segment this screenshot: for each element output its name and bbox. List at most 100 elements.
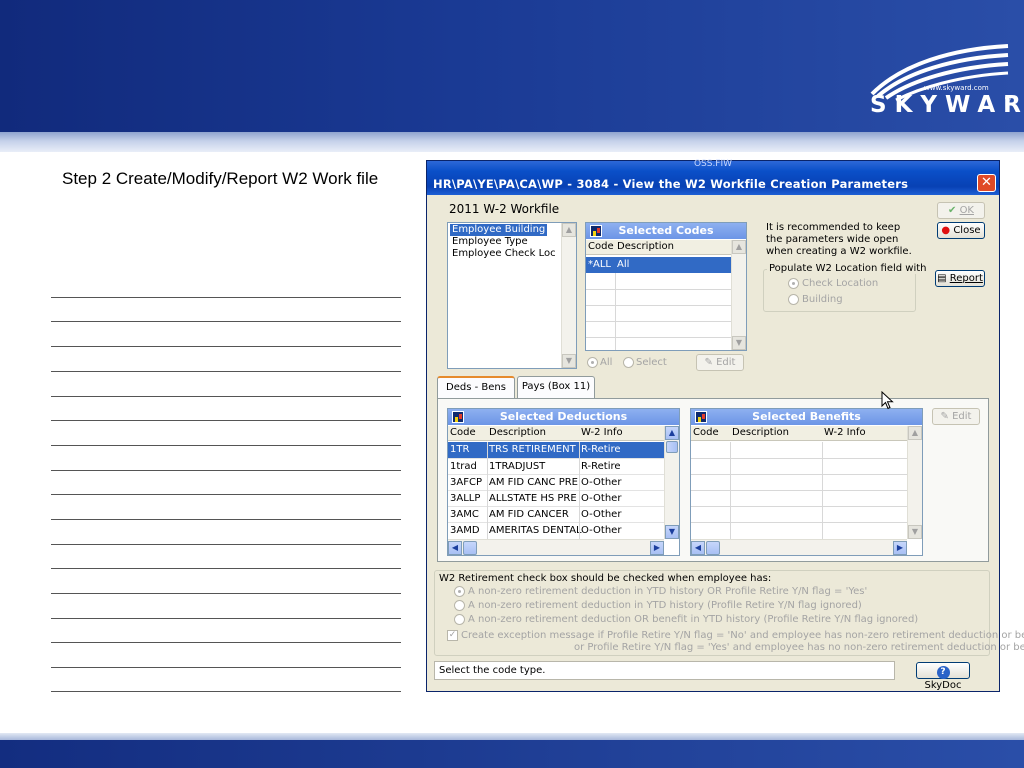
radio-retirement-option-1[interactable] (454, 586, 465, 597)
note-line (51, 470, 401, 471)
radio-check-location-label: Check Location (802, 278, 879, 289)
table-row[interactable]: 3AMC AM FID CANCER O-Other (448, 506, 664, 522)
exception-message-line-1: Create exception message if Profile Reti… (461, 630, 1024, 641)
scroll-up-icon[interactable]: ▲ (562, 223, 576, 237)
tab-pays-box-11[interactable]: Pays (Box 11) (517, 376, 595, 398)
scroll-up-icon[interactable]: ▲ (908, 426, 922, 440)
code-cell: 3AFCP (450, 477, 482, 488)
title-bar[interactable]: OSS.FIW HR\PA\YE\PA\CA\WP - 3084 - View … (427, 159, 999, 195)
scroll-down-icon[interactable]: ▼ (908, 525, 922, 539)
title-caption: OSS.FIW (693, 159, 733, 169)
code-cell: *ALL (588, 259, 611, 270)
code-type-list[interactable]: Employee Building Employee Type Employee… (447, 222, 577, 369)
logo-url: www.skyward.com (924, 84, 989, 92)
table-row[interactable]: 3ALLP ALLSTATE HS PRE O-Other (448, 490, 664, 506)
window-close-button[interactable]: ✕ (977, 174, 996, 192)
code-cell: 3AMC (450, 509, 479, 520)
w2-info-cell: R-Retire (581, 461, 621, 472)
grid-line (615, 273, 616, 350)
table-row[interactable]: 1TR TRS RETIREMENT R-Retire (448, 442, 664, 458)
table-row[interactable]: 1trad 1TRADJUST R-Retire (448, 458, 664, 474)
grid-line (586, 305, 731, 306)
list-item[interactable]: Employee Check Loc (450, 248, 558, 260)
note-line (51, 618, 401, 619)
scroll-up-icon[interactable]: ▲ (732, 240, 746, 254)
codes-column-header: Code Description (586, 240, 731, 255)
w2-info-cell: O-Other (581, 509, 622, 520)
note-line (51, 420, 401, 421)
radio-retirement-option-3[interactable] (454, 614, 465, 625)
radio-building[interactable] (788, 294, 799, 305)
radio-all[interactable] (587, 357, 598, 368)
codes-edit-button[interactable]: ✎ Edit (696, 354, 744, 371)
recommend-line-3: when creating a W2 workfile. (766, 246, 912, 257)
chart-icon (590, 225, 602, 237)
radio-check-location[interactable] (788, 278, 799, 289)
report-icon: ▤ (937, 273, 950, 284)
scroll-down-icon[interactable]: ▼ (562, 354, 576, 368)
scroll-down-icon[interactable]: ▼ (665, 525, 679, 539)
table-row[interactable]: 3AFCP AM FID CANC PRE O-Other (448, 474, 664, 490)
tab-deds-bens[interactable]: Deds - Bens (437, 376, 515, 398)
step-title: Step 2 Create/Modify/Report W2 Work file (62, 169, 379, 188)
description-cell: All (617, 259, 630, 270)
grid-line (586, 321, 731, 322)
deductions-vscrollbar[interactable]: ▲ ▼ (664, 426, 679, 539)
scroll-right-icon[interactable]: ▶ (650, 541, 664, 555)
skydoc-button[interactable]: ? SkyDoc (916, 662, 970, 691)
scroll-left-icon[interactable]: ◀ (691, 541, 705, 555)
selected-benefits-header: Selected Benefits (691, 409, 922, 425)
radio-building-label: Building (802, 294, 843, 305)
scroll-up-icon[interactable]: ▲ (665, 426, 679, 440)
scroll-thumb[interactable] (706, 541, 720, 555)
report-button[interactable]: ▤ Report (935, 270, 985, 287)
scroll-thumb[interactable] (463, 541, 477, 555)
benefits-edit-button[interactable]: ✎ Edit (932, 408, 980, 425)
note-line (51, 691, 401, 692)
column-description: Description (489, 427, 546, 438)
note-line (51, 445, 401, 446)
note-line (51, 568, 401, 569)
table-row[interactable]: *ALL All (586, 257, 731, 273)
grid-line (691, 474, 907, 475)
retirement-title: W2 Retirement check box should be checke… (439, 573, 772, 584)
selected-codes-panel: Selected Codes Code Description *ALL All… (585, 222, 747, 351)
code-cell: 1TR (450, 444, 470, 455)
selected-benefits-title: Selected Benefits (752, 410, 861, 423)
logo-wordmark: SKYWARD (870, 92, 1024, 118)
scroll-left-icon[interactable]: ◀ (448, 541, 462, 555)
selected-deductions-title: Selected Deductions (499, 410, 628, 423)
selected-codes-title: Selected Codes (618, 224, 714, 237)
note-line (51, 494, 401, 495)
code-type-scrollbar[interactable]: ▲ ▼ (561, 223, 576, 368)
benefits-hscrollbar[interactable]: ◀ ▶ (691, 539, 907, 555)
description-cell: TRS RETIREMENT (489, 444, 576, 455)
radio-all-label: All (600, 357, 613, 368)
recommend-line-1: It is recommended to keep (766, 222, 901, 233)
grid-line (691, 506, 907, 507)
pencil-icon: ✎ (704, 357, 717, 368)
note-line (51, 371, 401, 372)
header-stripe (0, 132, 1024, 152)
scroll-right-icon[interactable]: ▶ (893, 541, 907, 555)
deductions-hscrollbar[interactable]: ◀ ▶ (448, 539, 664, 555)
scroll-thumb[interactable] (666, 441, 678, 453)
codes-scrollbar[interactable]: ▲ ▼ (731, 240, 746, 350)
close-button[interactable]: ● Close (937, 222, 985, 239)
deductions-column-header: Code Description W-2 Info (448, 426, 664, 441)
list-item[interactable]: Employee Building (450, 224, 548, 236)
note-line (51, 667, 401, 668)
scroll-down-icon[interactable]: ▼ (732, 336, 746, 350)
recommend-line-2: the parameters wide open (766, 234, 899, 245)
column-code: Code (588, 241, 614, 252)
ok-button[interactable]: ✔ OK (937, 202, 985, 219)
radio-retirement-option-2[interactable] (454, 600, 465, 611)
note-line (51, 321, 401, 322)
pencil-icon: ✎ (940, 411, 953, 422)
exception-checkbox[interactable]: ✓ (447, 630, 458, 641)
list-item[interactable]: Employee Type (450, 236, 530, 248)
column-description: Description (617, 241, 674, 252)
radio-select[interactable] (623, 357, 634, 368)
benefits-vscrollbar[interactable]: ▲ ▼ (907, 426, 922, 539)
table-row[interactable]: 3AMD AMERITAS DENTAL O-Other (448, 522, 664, 538)
